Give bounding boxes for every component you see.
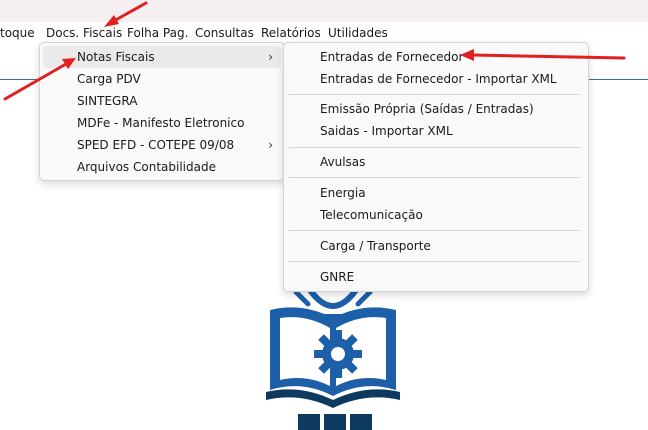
menu-separator xyxy=(289,261,580,262)
menu-docs-fiscais[interactable]: Docs. Fiscais xyxy=(46,25,122,41)
menu-item-sped-efd[interactable]: SPED EFD - COTEPE 09/08 › xyxy=(43,134,281,156)
menu-item-label: Telecomunicação xyxy=(320,208,423,222)
menu-item-gnre[interactable]: GNRE xyxy=(287,266,585,288)
menu-item-avulsas[interactable]: Avulsas xyxy=(287,151,585,173)
menu-item-label: Emissão Própria (Saídas / Entradas) xyxy=(320,102,534,116)
menu-item-label: Arquivos Contabilidade xyxy=(77,160,216,174)
chevron-right-icon: › xyxy=(268,138,273,152)
menu-item-mdfe[interactable]: MDFe - Manifesto Eletronico xyxy=(43,112,281,134)
menu-item-emissao-propria[interactable]: Emissão Própria (Saídas / Entradas) xyxy=(287,98,585,120)
docs-fiscais-dropdown: Notas Fiscais › Carga PDV SINTEGRA MDFe … xyxy=(39,42,285,181)
menu-estoque[interactable]: toque xyxy=(0,25,35,41)
notas-fiscais-submenu: Entradas de Fornecedor Entradas de Forne… xyxy=(283,42,589,292)
menu-separator xyxy=(289,147,580,148)
menu-item-label: Saidas - Importar XML xyxy=(320,124,453,138)
menu-item-telecomunicacao[interactable]: Telecomunicação xyxy=(287,204,585,226)
title-strip xyxy=(0,0,648,22)
menu-item-energia[interactable]: Energia xyxy=(287,182,585,204)
menu-item-label: Carga / Transporte xyxy=(320,239,431,253)
menu-separator xyxy=(289,230,580,231)
menu-item-saidas-importar-xml[interactable]: Saidas - Importar XML xyxy=(287,120,585,142)
menu-item-arquivos-contabilidade[interactable]: Arquivos Contabilidade xyxy=(43,156,281,178)
menu-separator xyxy=(289,177,580,178)
menu-item-label: Entradas de Fornecedor xyxy=(320,50,464,64)
menu-item-label: SPED EFD - COTEPE 09/08 xyxy=(77,138,235,152)
chevron-right-icon: › xyxy=(268,50,273,64)
menubar: toque Docs. Fiscais Folha Pag. Consultas… xyxy=(0,22,648,44)
menu-consultas[interactable]: Consultas xyxy=(195,25,254,41)
menu-item-carga-pdv[interactable]: Carga PDV xyxy=(43,68,281,90)
logo-book-gear-icon xyxy=(266,288,400,430)
menu-item-label: Notas Fiscais xyxy=(77,50,155,64)
menu-item-label: Avulsas xyxy=(320,155,366,169)
menu-item-notas-fiscais[interactable]: Notas Fiscais › xyxy=(43,46,281,68)
menu-item-sintegra[interactable]: SINTEGRA xyxy=(43,90,281,112)
menu-relatorios[interactable]: Relatórios xyxy=(261,25,321,41)
menu-utilidades[interactable]: Utilidades xyxy=(328,25,388,41)
menu-folha-pag[interactable]: Folha Pag. xyxy=(127,25,188,41)
menu-item-label: MDFe - Manifesto Eletronico xyxy=(77,116,245,130)
menu-separator xyxy=(289,94,580,95)
menu-item-label: Carga PDV xyxy=(77,72,141,86)
menu-item-label: Entradas de Fornecedor - Importar XML xyxy=(320,72,557,86)
menu-item-entradas-importar-xml[interactable]: Entradas de Fornecedor - Importar XML xyxy=(287,68,585,90)
menu-item-label: GNRE xyxy=(320,270,355,284)
menu-item-carga-transporte[interactable]: Carga / Transporte xyxy=(287,235,585,257)
menu-item-label: SINTEGRA xyxy=(77,94,138,108)
menu-item-label: Energia xyxy=(320,186,366,200)
menu-item-entradas-fornecedor[interactable]: Entradas de Fornecedor xyxy=(287,46,585,68)
